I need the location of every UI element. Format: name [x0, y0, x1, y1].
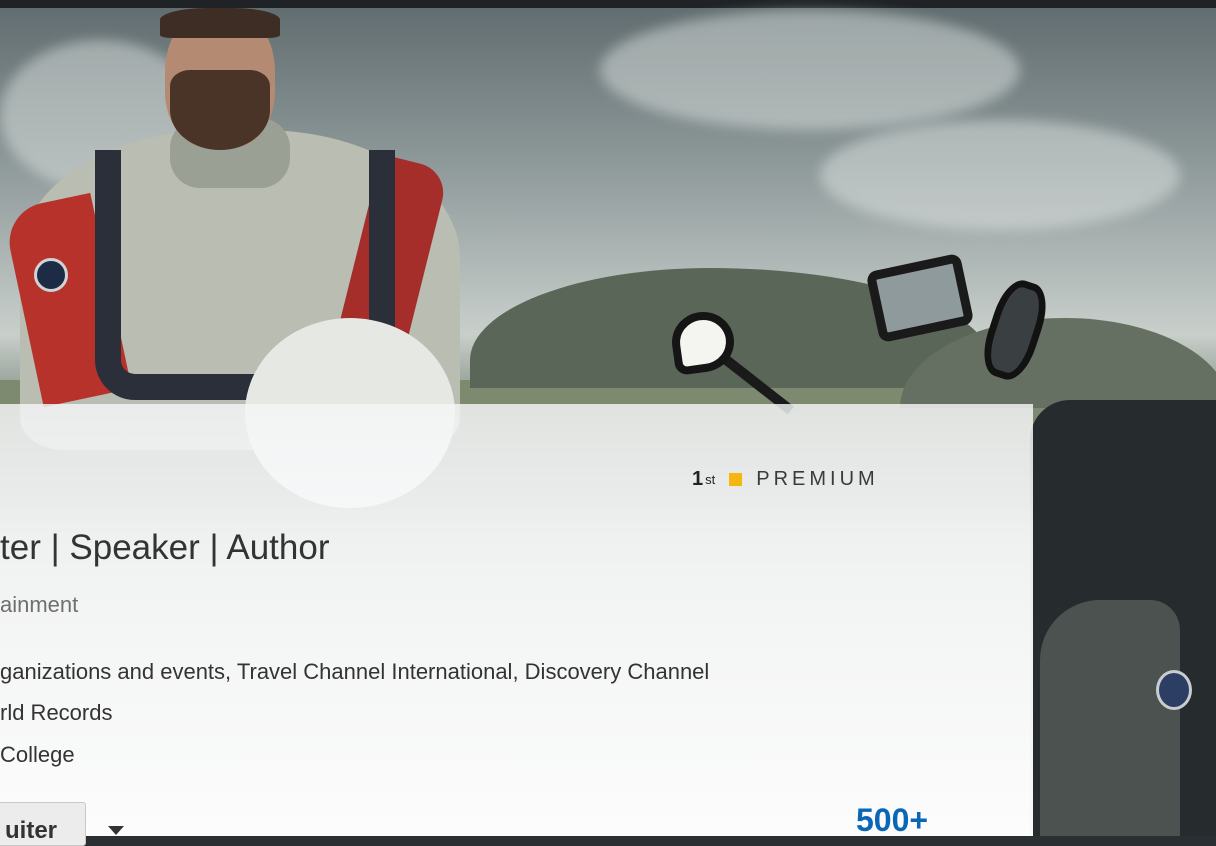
premium-icon	[729, 473, 743, 486]
cloud	[820, 120, 1180, 230]
premium-badge: PREMIUM	[756, 468, 879, 490]
profile-current-positions: ganizations and events, Travel Channel I…	[0, 659, 710, 684]
connection-degree: 1st	[692, 468, 716, 490]
profile-education: College	[0, 742, 75, 767]
connections-count[interactable]: 500+	[856, 802, 928, 839]
cloud	[600, 10, 1020, 130]
motorcycle-panel	[1040, 600, 1180, 836]
top-frame-bar	[0, 0, 1216, 8]
profile-headline: ter | Speaker | Author	[0, 528, 330, 567]
rider-beard	[170, 70, 270, 150]
chevron-down-icon[interactable]	[108, 826, 124, 835]
bmw-logo-icon	[1156, 670, 1192, 710]
profile-previous-positions: rld Records	[0, 700, 113, 725]
profile-industry: ainment	[0, 592, 79, 617]
rider-hair	[160, 8, 280, 38]
bmw-logo-icon	[34, 258, 68, 292]
primary-action-button[interactable]: uiter	[0, 802, 86, 846]
profile-badges: 1st PREMIUM	[692, 468, 879, 491]
